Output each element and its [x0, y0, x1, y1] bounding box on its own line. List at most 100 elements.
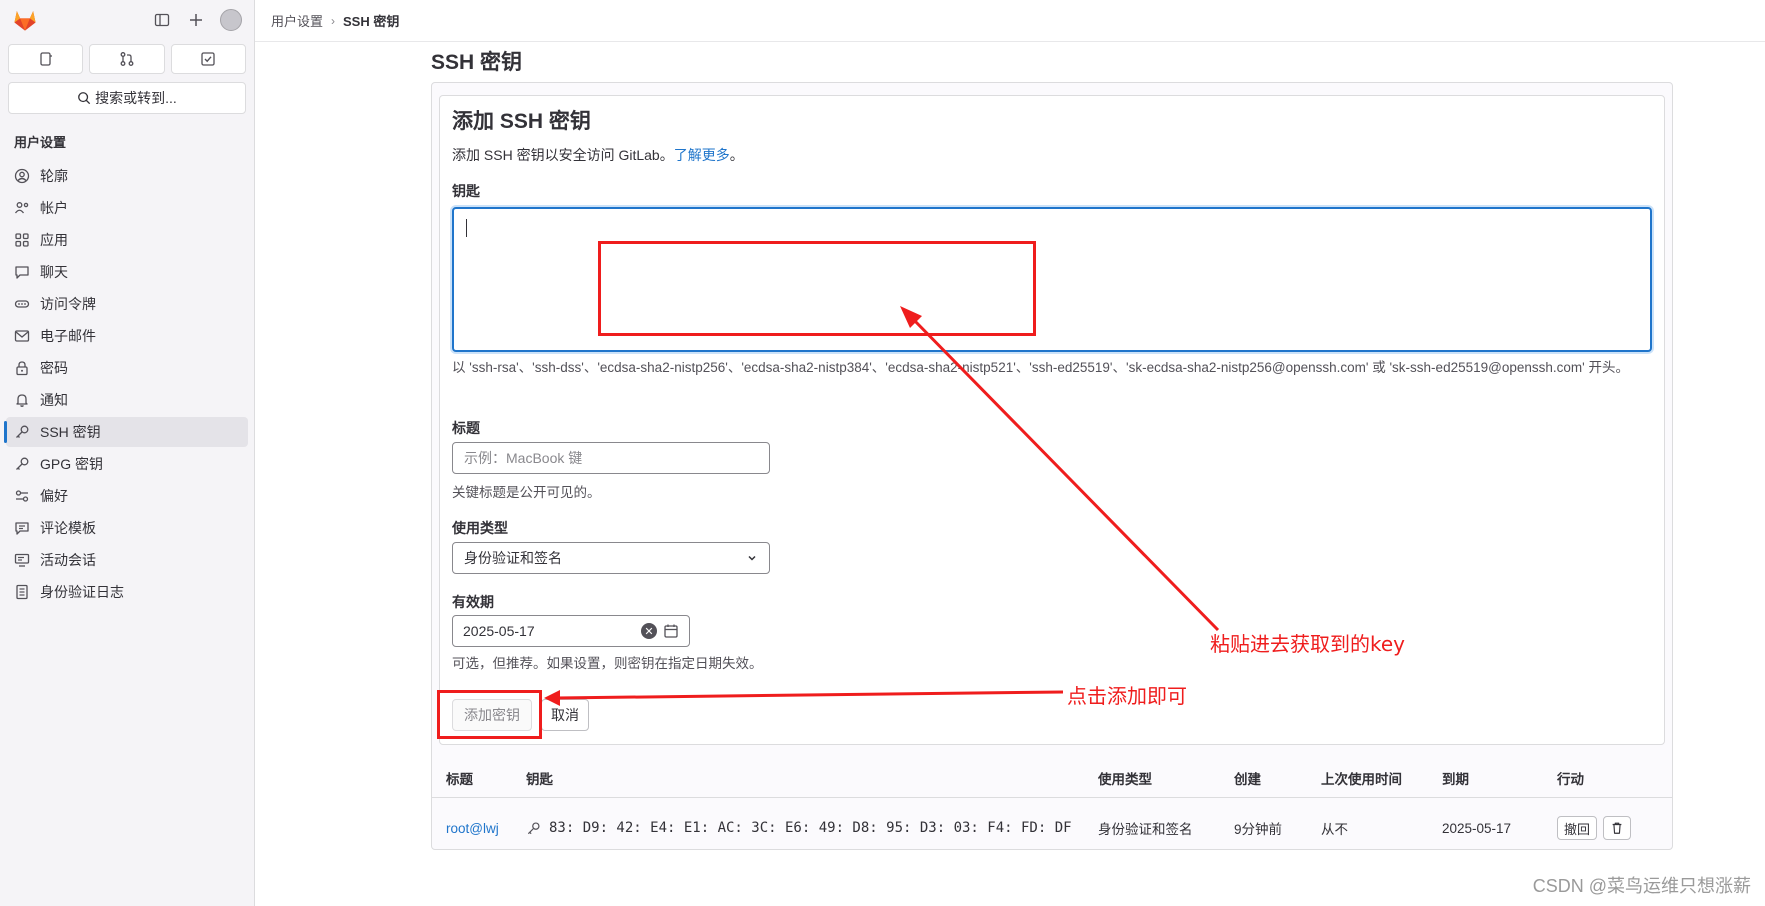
table-row: root@lwj 83: D9: 42: E4: E1: AC: 3C: E6:… — [432, 798, 1672, 858]
sidebar-item-password[interactable]: 密码 — [6, 353, 248, 383]
account-icon — [14, 200, 30, 216]
description-text: 添加 SSH 密钥以安全访问 GitLab。 — [452, 147, 674, 163]
sidebar-item-auth-log[interactable]: 身份验证日志 — [6, 577, 248, 607]
merge-requests-counter-button[interactable] — [89, 44, 165, 74]
usage-type-label: 使用类型 — [452, 520, 508, 536]
ssh-keys-table: 标题 钥匙 使用类型 创建 上次使用时间 到期 行动 root@lwj 83: … — [432, 758, 1672, 858]
sidebar-item-comment-templates[interactable]: 评论模板 — [6, 513, 248, 543]
sidebar-item-label: GPG 密钥 — [40, 456, 104, 472]
search-button[interactable]: 搜索或转到... — [8, 82, 246, 114]
gitlab-logo-icon[interactable] — [12, 7, 38, 33]
key-actions: 撤回 — [1557, 816, 1672, 840]
sidebar-item-label: 电子邮件 — [40, 328, 96, 344]
usage-type-select[interactable]: 身份验证和签名 — [452, 542, 770, 574]
page-title: SSH 密钥 — [431, 51, 523, 74]
applications-icon — [14, 232, 30, 248]
revoke-button[interactable]: 撤回 — [1557, 816, 1598, 840]
title-input[interactable] — [452, 442, 770, 474]
comment-icon — [14, 520, 30, 536]
key-usage: 身份验证和签名 — [1098, 822, 1193, 837]
issues-icon — [40, 52, 52, 66]
sidebar-counters — [0, 40, 254, 74]
sidebar-item-ssh-keys[interactable]: SSH 密钥 — [4, 417, 248, 447]
key-expires: 2025-05-17 — [1442, 820, 1512, 836]
sidebar-nav: 轮廓 帐户 应用 聊天 访问令牌 电子邮件 密码 通知 SSH 密钥 GPG 密… — [0, 161, 254, 607]
text-caret — [466, 219, 467, 237]
form-description: 添加 SSH 密钥以安全访问 GitLab。了解更多。 — [452, 145, 1652, 165]
sidebar-item-label: 评论模板 — [40, 520, 96, 536]
description-end: 。 — [729, 147, 744, 163]
sidebar-item-active-sessions[interactable]: 活动会话 — [6, 545, 248, 575]
click-hint-annotation: 点击添加即可 — [1067, 684, 1187, 708]
chevron-down-icon — [748, 555, 756, 561]
trash-icon — [1612, 822, 1622, 834]
monitor-icon — [14, 552, 30, 568]
key-title-link[interactable]: root@lwj — [432, 821, 526, 836]
sidebar-item-label: 通知 — [40, 392, 68, 408]
sidebar-item-emails[interactable]: 电子邮件 — [6, 321, 248, 351]
column-header-key: 钥匙 — [526, 771, 553, 787]
chat-icon — [14, 264, 30, 280]
sidebar-item-label: 偏好 — [40, 488, 68, 504]
sidebar-item-applications[interactable]: 应用 — [6, 225, 248, 255]
breadcrumb-current[interactable]: SSH 密钥 — [343, 11, 399, 30]
mail-icon — [14, 328, 30, 344]
learn-more-link[interactable]: 了解更多 — [674, 147, 730, 163]
sidebar-toggle-icon[interactable] — [152, 10, 172, 30]
column-header-usage: 使用类型 — [1098, 771, 1152, 787]
key-icon — [14, 456, 30, 472]
sidebar-item-notifications[interactable]: 通知 — [6, 385, 248, 415]
breadcrumb-parent-link[interactable]: 用户设置 — [271, 11, 323, 30]
sidebar-item-label: 聊天 — [40, 264, 68, 280]
sidebar-item-label: 活动会话 — [40, 552, 96, 568]
sidebar-item-label: SSH 密钥 — [40, 424, 101, 440]
key-icon — [14, 424, 30, 440]
todos-counter-button[interactable] — [170, 44, 246, 74]
avatar[interactable] — [220, 9, 242, 31]
fingerprint-text: 83: D9: 42: E4: E1: AC: 3C: E6: 49: D8: … — [549, 820, 1072, 836]
table-header: 标题 钥匙 使用类型 创建 上次使用时间 到期 行动 — [432, 758, 1672, 798]
search-label: 搜索或转到... — [95, 90, 177, 106]
breadcrumb: 用户设置 › SSH 密钥 — [255, 0, 1765, 42]
column-header-expires: 到期 — [1442, 771, 1469, 787]
sidebar-item-label: 应用 — [40, 232, 68, 248]
add-ssh-key-card — [439, 95, 1665, 745]
key-created: 9分钟前 — [1234, 822, 1283, 837]
todo-check-icon — [201, 52, 215, 66]
calendar-icon[interactable] — [663, 623, 679, 639]
watermark: CSDN @菜鸟运维只想涨薪 — [1532, 876, 1751, 896]
sidebar-item-preferences[interactable]: 偏好 — [6, 481, 248, 511]
form-heading: 添加 SSH 密钥 — [452, 110, 591, 133]
lock-icon — [14, 360, 30, 376]
expiration-date-value: 2025-05-17 — [463, 623, 535, 639]
sidebar-item-label: 身份验证日志 — [40, 584, 124, 600]
sidebar-item-label: 访问令牌 — [40, 296, 96, 312]
issues-counter-button[interactable] — [8, 44, 84, 74]
column-header-created: 创建 — [1234, 771, 1261, 787]
title-label: 标题 — [452, 420, 480, 436]
sidebar-item-profile[interactable]: 轮廓 — [6, 161, 248, 191]
column-header-actions: 行动 — [1557, 771, 1584, 787]
expiration-date-input[interactable]: 2025-05-17 ✕ — [452, 615, 690, 647]
sidebar-item-account[interactable]: 帐户 — [6, 193, 248, 223]
paste-area-highlight — [598, 241, 1036, 336]
paste-hint-annotation: 粘贴进去获取到的key — [1210, 632, 1406, 656]
clear-icon[interactable]: ✕ — [641, 623, 657, 639]
sidebar-item-gpg-keys[interactable]: GPG 密钥 — [6, 449, 248, 479]
add-ssh-key-form-header: 添加 SSH 密钥 添加 SSH 密钥以安全访问 GitLab。了解更多。 — [452, 105, 1652, 165]
preferences-icon — [14, 488, 30, 504]
key-icon — [527, 821, 540, 834]
expiration-help: 可选，但推荐。如果设置，则密钥在指定日期失效。 — [452, 656, 763, 671]
plus-icon[interactable] — [186, 10, 206, 30]
cancel-button[interactable]: 取消 — [541, 699, 589, 731]
sidebar-item-access-tokens[interactable]: 访问令牌 — [6, 289, 248, 319]
expiration-label: 有效期 — [452, 594, 494, 610]
key-fingerprint: 83: D9: 42: E4: E1: AC: 3C: E6: 49: D8: … — [526, 820, 1098, 836]
sidebar-item-chat[interactable]: 聊天 — [6, 257, 248, 287]
sidebar: 搜索或转到... 用户设置 轮廓 帐户 应用 聊天 访问令牌 电子邮件 密码 通… — [0, 0, 255, 906]
search-icon — [78, 92, 91, 105]
key-format-help: 以 'ssh-rsa'、'ssh-dss'、'ecdsa-sha2-nistp2… — [452, 360, 1629, 375]
token-icon — [14, 296, 30, 312]
delete-button[interactable] — [1603, 816, 1632, 840]
chevron-right-icon: › — [331, 13, 336, 28]
